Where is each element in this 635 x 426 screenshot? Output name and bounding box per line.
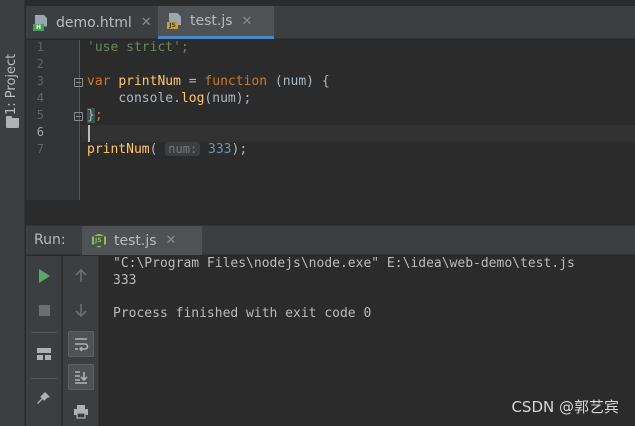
left-tool-strip: 1: Project — [0, 0, 25, 426]
line-number: 5 — [36, 108, 44, 122]
pin-tab-button[interactable] — [31, 385, 57, 411]
scroll-to-end-toggle[interactable] — [68, 364, 94, 390]
pin-icon — [37, 392, 50, 404]
text-caret — [88, 125, 90, 142]
run-panel-header: Run: test.js ✕ — [26, 226, 635, 255]
toolbar-divider — [31, 332, 57, 333]
line-number: 2 — [36, 57, 44, 71]
line-number: 4 — [36, 91, 44, 105]
code-line-1: 'use strict'; — [87, 40, 189, 55]
console-line: 333 — [113, 273, 137, 288]
line-number: 6 — [36, 125, 44, 139]
project-tool-label: 1: Project — [4, 53, 19, 115]
tab-label: demo.html — [56, 14, 132, 31]
play-icon — [38, 269, 50, 283]
run-tab-label: test.js — [114, 232, 157, 249]
current-line-highlight — [81, 125, 635, 142]
folder-icon — [6, 116, 19, 128]
nodejs-icon — [92, 233, 106, 248]
project-tool-window-button[interactable]: 1: Project — [0, 10, 25, 128]
close-icon[interactable]: ✕ — [141, 15, 152, 30]
parameter-hint: num: — [165, 142, 201, 156]
rerun-button[interactable] — [31, 263, 57, 289]
stop-icon — [38, 304, 50, 316]
fold-end-icon[interactable] — [74, 112, 83, 121]
code-line-7: printNum( num: 333); — [87, 142, 248, 157]
code-line-4: console.log(num); — [118, 91, 252, 106]
close-icon[interactable]: ✕ — [166, 233, 177, 248]
print-icon — [74, 405, 88, 419]
arrow-down-icon — [75, 304, 87, 318]
run-toolbar-secondary — [63, 256, 99, 426]
console-line: Process finished with exit code 0 — [113, 306, 372, 321]
arrow-up-icon — [75, 268, 87, 282]
tab-demo-html[interactable]: H demo.html ✕ — [26, 6, 156, 39]
js-file-icon: JS — [167, 13, 182, 29]
console-line: "C:\Program Files\nodejs\node.exe" E:\id… — [113, 256, 575, 271]
print-button[interactable] — [68, 398, 94, 424]
tab-test-js[interactable]: JS test.js ✕ — [158, 6, 274, 39]
code-line-5: }; — [87, 108, 103, 123]
fold-collapse-icon[interactable] — [74, 78, 83, 87]
code-editor[interactable]: 1 2 3 4 5 6 7 'use strict'; var printNum… — [26, 40, 635, 200]
code-line-3: var printNum = function (num) { — [87, 74, 330, 89]
tab-label: test.js — [190, 13, 233, 29]
run-panel-title: Run: — [34, 232, 66, 248]
watermark-text: CSDN @郭艺宾 — [511, 398, 619, 416]
restore-layout-button[interactable] — [31, 341, 57, 367]
line-number: 1 — [36, 40, 44, 54]
close-icon[interactable]: ✕ — [242, 14, 253, 29]
soft-wrap-icon — [75, 338, 89, 352]
html-file-icon: H — [33, 14, 48, 31]
scroll-up-button[interactable] — [68, 263, 94, 289]
stop-button[interactable] — [31, 297, 57, 323]
scroll-down-button[interactable] — [68, 297, 94, 323]
toolbar-divider — [31, 378, 57, 379]
line-number-gutter: 1 2 3 4 5 6 7 — [26, 40, 83, 200]
scroll-to-end-icon — [75, 371, 88, 384]
line-number: 3 — [36, 74, 44, 88]
editor-empty-area — [26, 200, 635, 226]
soft-wrap-toggle[interactable] — [68, 331, 94, 357]
run-tab-test-js[interactable]: test.js ✕ — [82, 226, 202, 255]
line-number: 7 — [36, 142, 44, 156]
editor-tab-bar: H demo.html ✕ JS test.js ✕ — [26, 6, 635, 39]
layout-icon — [37, 348, 51, 360]
run-toolbar-primary — [26, 256, 62, 426]
